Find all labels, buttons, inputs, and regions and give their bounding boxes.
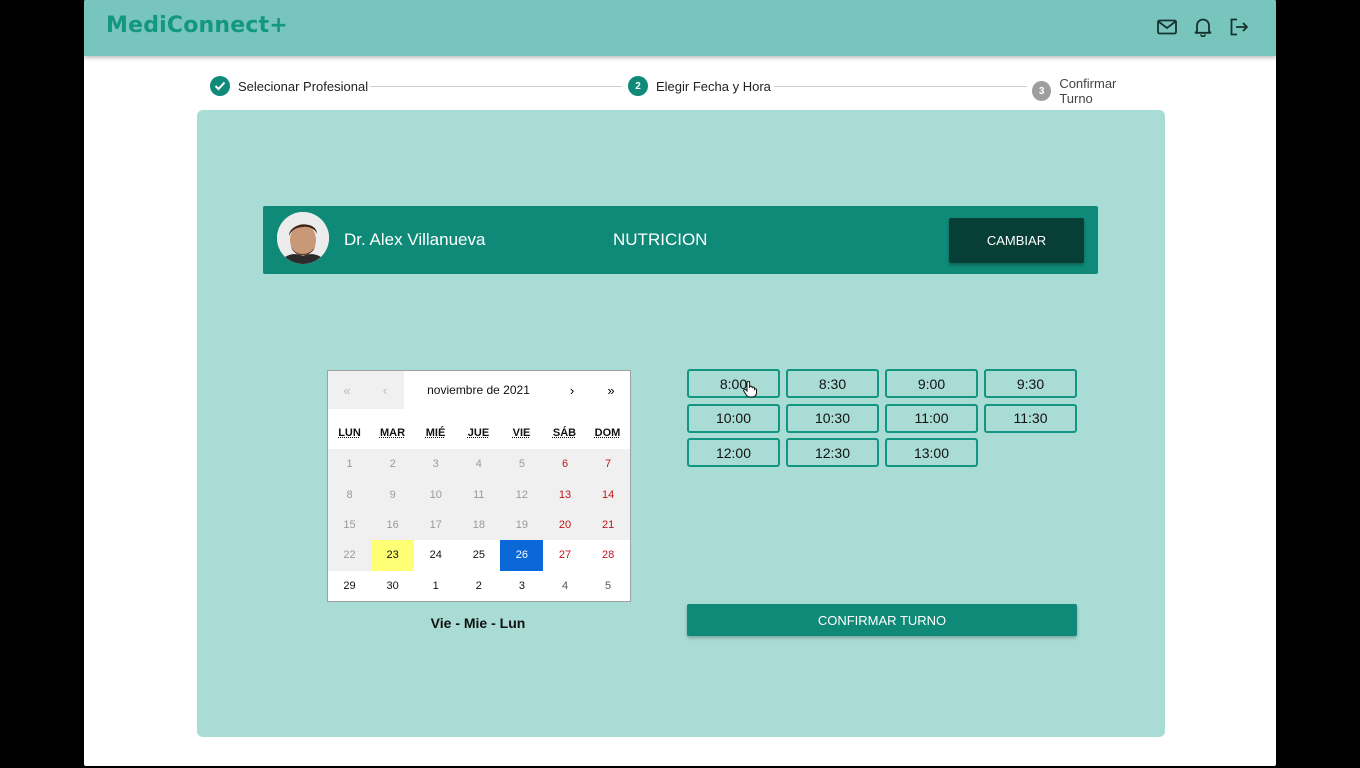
calendar-day[interactable]: 1 (328, 449, 372, 480)
step-number: 2 (628, 76, 648, 96)
calendar-month-label[interactable]: noviembre de 2021 (404, 371, 553, 409)
time-slot-button[interactable]: 13:00 (885, 438, 978, 467)
calendar-day[interactable]: 7 (586, 449, 630, 480)
calendar-day[interactable]: 29 (328, 571, 371, 601)
mail-icon[interactable] (1156, 16, 1178, 38)
step-label: Elegir Fecha y Hora (656, 78, 771, 94)
step-label: Confirmar Turno (1059, 76, 1117, 106)
step-select-professional[interactable]: Selecionar Profesional (210, 76, 368, 96)
calendar-days-grid: 1 2 3 4 5 6 7 8 9 10 11 12 13 14 15 16 17 18 19 20 21 22 23 24 2… (328, 449, 630, 601)
calendar-week-row: 29 30 1 2 3 4 5 (328, 571, 630, 601)
time-slot-button[interactable]: 8:00 (687, 369, 780, 398)
weekday-label: VIE (512, 427, 531, 439)
time-slot-button[interactable]: 10:30 (786, 403, 879, 433)
calendar-day[interactable]: 2 (371, 449, 415, 480)
top-navbar: MediConnect+ (84, 0, 1276, 56)
date-calendar: « ‹ noviembre de 2021 › » LUN MAR MIÉ JUE VI… (327, 370, 631, 602)
change-doctor-button[interactable]: CAMBIAR (949, 218, 1084, 263)
time-slot-button[interactable]: 12:00 (687, 438, 780, 467)
calendar-day[interactable]: 10 (414, 479, 458, 510)
time-slot-button[interactable]: 11:00 (885, 403, 978, 433)
calendar-day[interactable]: 30 (371, 571, 414, 601)
step-label: Selecionar Profesional (238, 78, 369, 94)
calendar-week-row: 22 23 24 25 26 27 28 (328, 540, 630, 571)
calendar-day[interactable]: 1 (414, 571, 457, 601)
prev-month-button[interactable]: ‹ (366, 371, 404, 409)
booking-panel: Dr. Alex Villanueva NUTRICION CAMBIAR « … (197, 110, 1165, 737)
weekday-label: SÁB (552, 427, 577, 439)
next-month-button[interactable]: › (553, 371, 591, 409)
calendar-day[interactable]: 12 (500, 479, 544, 510)
calendar-day[interactable]: 23 (371, 540, 415, 571)
stepper-connector (370, 86, 622, 87)
calendar-day[interactable]: 3 (414, 449, 458, 480)
hand-pointer-icon (743, 380, 759, 399)
prev-year-button[interactable]: « (328, 371, 366, 409)
calendar-day[interactable]: 20 (543, 509, 587, 541)
calendar-day[interactable]: 5 (587, 571, 630, 601)
calendar-week-row: 15 16 17 18 19 20 21 (328, 509, 630, 541)
step-number: 3 (1032, 81, 1052, 101)
calendar-week-row: 8 9 10 11 12 13 14 (328, 479, 630, 510)
calendar-day[interactable]: 11 (457, 479, 501, 510)
calendar-navigation: « ‹ noviembre de 2021 › » (328, 371, 630, 409)
progress-stepper: Selecionar Profesional 2 Elegir Fecha y … (210, 76, 1150, 106)
weekday-label: MAR (379, 427, 406, 439)
weekday-label: DOM (594, 427, 621, 439)
calendar-day[interactable]: 5 (500, 449, 544, 480)
stepper-connector (774, 86, 1027, 87)
available-days-note: Vie - Mie - Lun (430, 615, 526, 631)
calendar-day[interactable]: 4 (457, 449, 501, 480)
next-year-button[interactable]: » (592, 371, 630, 409)
calendar-day[interactable]: 21 (586, 509, 630, 541)
check-icon (210, 76, 230, 96)
calendar-day[interactable]: 14 (586, 479, 630, 510)
doctor-specialty: NUTRICION (613, 230, 708, 249)
selected-doctor-card: Dr. Alex Villanueva NUTRICION CAMBIAR (263, 206, 1098, 274)
calendar-day[interactable]: 13 (543, 479, 587, 510)
weekday-label: LUN (338, 427, 361, 439)
weekday-label: JUE (467, 427, 490, 439)
app-logo[interactable]: MediConnect+ (106, 13, 288, 38)
step-confirm[interactable]: 3 Confirmar Turno (1032, 76, 1150, 106)
doctor-name: Dr. Alex Villanueva (344, 230, 486, 249)
calendar-day[interactable]: 6 (543, 449, 587, 480)
calendar-weekdays: LUN MAR MIÉ JUE VIE SÁB DOM (328, 427, 630, 439)
calendar-day[interactable]: 22 (328, 540, 372, 571)
step-choose-date-time[interactable]: 2 Elegir Fecha y Hora (628, 76, 771, 96)
time-slot-button[interactable]: 12:30 (786, 438, 879, 467)
time-slot-button[interactable]: 11:30 (984, 403, 1077, 433)
calendar-day[interactable]: 28 (587, 540, 630, 570)
calendar-day[interactable]: 18 (457, 509, 501, 541)
calendar-week-row: 1234567 (328, 449, 630, 480)
calendar-day[interactable]: 25 (457, 540, 500, 570)
calendar-day[interactable]: 16 (371, 509, 415, 541)
time-slot-button[interactable]: 9:30 (984, 369, 1077, 398)
calendar-day[interactable]: 19 (500, 509, 544, 541)
calendar-day[interactable]: 27 (543, 540, 586, 570)
calendar-day[interactable]: 17 (414, 509, 458, 541)
calendar-day[interactable]: 4 (543, 571, 586, 601)
calendar-day[interactable]: 8 (328, 479, 372, 510)
doctor-avatar (277, 212, 329, 264)
time-slot-button[interactable]: 8:30 (786, 369, 879, 398)
logout-icon[interactable] (1228, 16, 1250, 38)
calendar-day[interactable]: 15 (328, 509, 372, 541)
time-slot-button[interactable]: 10:00 (687, 403, 780, 433)
calendar-day[interactable]: 9 (371, 479, 415, 510)
calendar-day[interactable]: 3 (500, 571, 543, 601)
calendar-day[interactable]: 26 (500, 540, 544, 571)
calendar-day[interactable]: 2 (457, 571, 500, 601)
bell-icon[interactable] (1192, 16, 1214, 38)
time-slot-button[interactable]: 9:00 (885, 369, 978, 398)
app-window: MediConnect+ Selecionar Profesional 2 El… (84, 0, 1276, 766)
confirm-appointment-button[interactable]: CONFIRMAR TURNO (687, 604, 1077, 636)
header-actions (1156, 16, 1250, 38)
weekday-label: MIÉ (425, 427, 446, 439)
calendar-day[interactable]: 24 (414, 540, 457, 570)
